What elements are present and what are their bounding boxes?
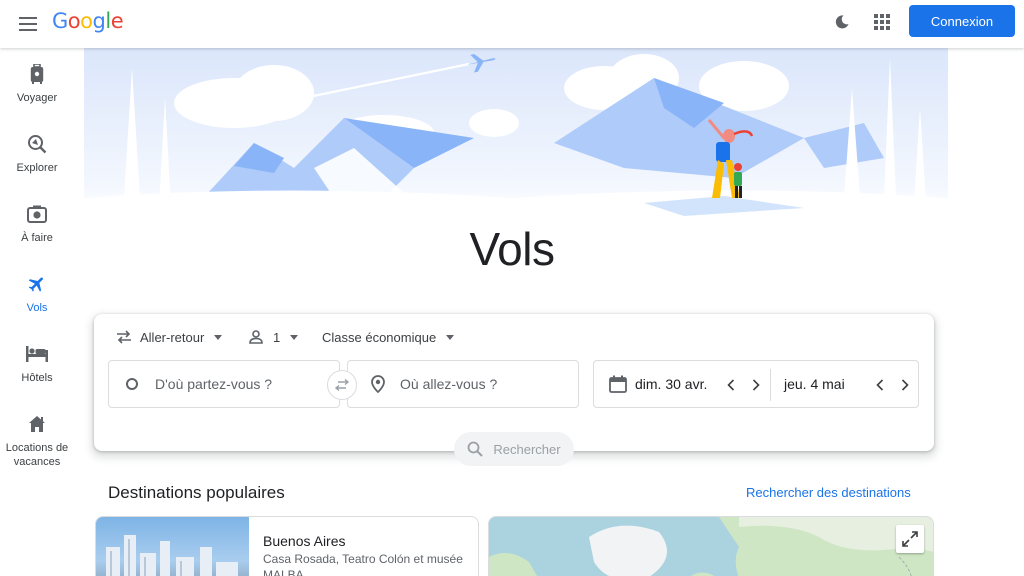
sidebar-item-label: Explorer: [16, 162, 58, 174]
expand-map-button[interactable]: [896, 525, 924, 553]
calendar-icon: [609, 375, 627, 393]
logo-letter: o: [80, 9, 93, 33]
date-divider: [770, 369, 771, 401]
sidebar-item-label: Voyager: [16, 92, 58, 104]
departure-date[interactable]: dim. 30 avr.: [635, 376, 707, 392]
destinations-map[interactable]: [488, 516, 934, 576]
cabin-class-value: Classe économique: [322, 329, 437, 345]
house-icon: [25, 412, 49, 436]
person-icon: [249, 330, 263, 344]
google-apps-button[interactable]: [868, 8, 896, 36]
sign-in-button[interactable]: Connexion: [909, 5, 1015, 37]
destination-card[interactable]: Buenos Aires Casa Rosada, Teatro Colón e…: [95, 516, 479, 576]
location-pin-icon: [371, 375, 385, 393]
sidebar-item-explore[interactable]: Explorer: [0, 132, 74, 175]
sidebar-item-vacation-rentals[interactable]: Locations de vacances: [0, 412, 74, 469]
menu-button[interactable]: [10, 6, 46, 42]
passengers-select[interactable]: 1: [249, 326, 299, 348]
sidebar-item-travel[interactable]: Voyager: [0, 62, 74, 105]
swap-arrows-icon: [117, 330, 131, 344]
trip-type-select[interactable]: Aller-retour: [116, 326, 223, 348]
hero-illustration: [84, 48, 948, 218]
return-prev-button[interactable]: [870, 375, 890, 395]
sidebar-item-hotels[interactable]: Hôtels: [0, 342, 74, 385]
dark-theme-icon: [835, 15, 849, 29]
luggage-icon: [25, 62, 49, 86]
search-icon: [467, 441, 484, 457]
sidebar-item-flights[interactable]: Vols: [0, 272, 74, 315]
search-button[interactable]: Rechercher: [454, 432, 574, 466]
chevron-right-icon: [752, 379, 760, 391]
departure-prev-button[interactable]: [721, 375, 741, 395]
origin-circle-icon: [126, 378, 138, 390]
chevron-left-icon: [876, 379, 884, 391]
destination-description: Casa Rosada, Teatro Colón et musée MALBA: [263, 552, 463, 576]
page-title: Vols: [469, 223, 555, 275]
destination-placeholder: Où allez-vous ?: [400, 376, 498, 392]
cabin-class-select[interactable]: Classe économique: [322, 326, 455, 348]
origin-input[interactable]: D'où partez-vous ?: [108, 360, 340, 408]
chevron-down-icon: [446, 334, 455, 340]
logo-letter: G: [52, 9, 68, 33]
destination-photo: [96, 517, 249, 576]
swap-icon: [334, 379, 350, 391]
sidebar-item-label: Vols: [26, 302, 48, 314]
explore-destinations-link[interactable]: Rechercher des destinations: [746, 485, 911, 500]
google-logo[interactable]: Google: [52, 9, 124, 33]
logo-letter: g: [92, 9, 106, 33]
menu-icon: [19, 17, 37, 31]
logo-letter: o: [67, 9, 81, 33]
logo-letter: e: [110, 9, 124, 33]
destination-input[interactable]: Où allez-vous ?: [347, 360, 579, 408]
sidebar-item-label: Hôtels: [21, 372, 53, 384]
trip-type-value: Aller-retour: [140, 329, 205, 345]
explore-icon: [25, 132, 49, 156]
chevron-right-icon: [901, 379, 909, 391]
dark-theme-button[interactable]: [828, 8, 856, 36]
side-navigation: Voyager Explorer À faire Vols Hôtels Loc…: [0, 48, 76, 576]
return-date[interactable]: jeu. 4 mai: [784, 376, 845, 392]
sidebar-item-label: Locations de vacances: [5, 442, 69, 468]
chevron-left-icon: [727, 379, 735, 391]
apps-grid-icon: [874, 14, 890, 30]
return-next-button[interactable]: [895, 375, 915, 395]
popular-destinations-heading: Destinations populaires: [108, 483, 285, 502]
flight-search-form: Aller-retour 1 Classe économique D'où pa…: [94, 314, 934, 451]
passengers-value: 1: [273, 329, 281, 345]
date-range-picker[interactable]: dim. 30 avr. jeu. 4 mai: [593, 360, 919, 408]
search-button-label: Rechercher: [493, 441, 561, 457]
chevron-down-icon: [290, 334, 299, 340]
top-app-bar: Google Connexion: [0, 0, 1024, 48]
chevron-down-icon: [214, 334, 223, 340]
origin-placeholder: D'où partez-vous ?: [155, 376, 273, 392]
departure-next-button[interactable]: [746, 375, 766, 395]
hotel-icon: [25, 342, 49, 366]
destination-name: Buenos Aires: [263, 533, 346, 549]
expand-icon: [902, 531, 918, 547]
swap-locations-button[interactable]: [327, 370, 357, 400]
